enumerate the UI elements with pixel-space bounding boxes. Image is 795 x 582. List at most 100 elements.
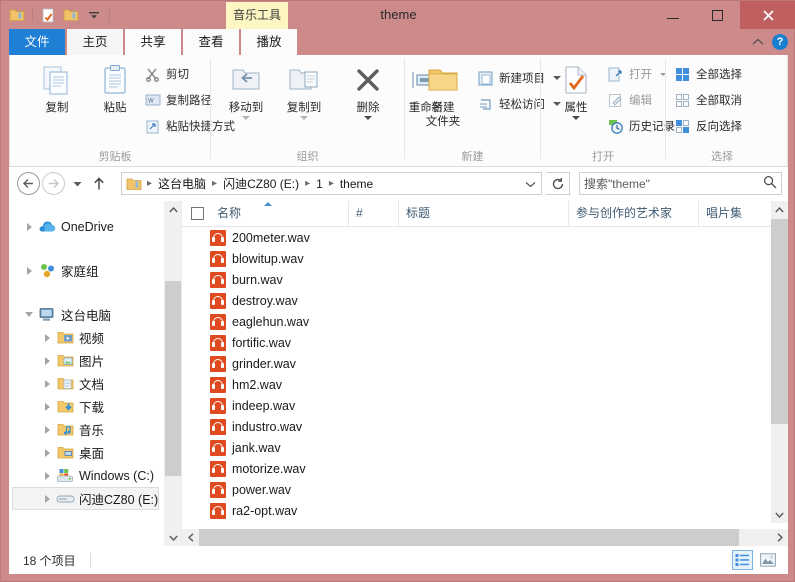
table-row[interactable]: hm2.wav bbox=[182, 374, 771, 395]
expander-icon[interactable] bbox=[39, 376, 55, 392]
sidebar-item-onedrive[interactable]: OneDrive bbox=[9, 215, 164, 238]
table-row[interactable]: eaglehun.wav bbox=[182, 311, 771, 332]
breadcrumb-item-this-pc[interactable]: 这台电脑 bbox=[155, 175, 209, 192]
hscroll-left-icon[interactable] bbox=[182, 529, 199, 546]
delete-button[interactable]: 删除 bbox=[341, 59, 395, 141]
copy-to-caret-icon[interactable] bbox=[300, 116, 308, 120]
table-row[interactable]: power.wav bbox=[182, 479, 771, 500]
large-icons-view-button[interactable] bbox=[757, 550, 778, 570]
column-artist[interactable]: 参与创作的艺术家 bbox=[568, 201, 698, 226]
back-button[interactable] bbox=[17, 172, 40, 195]
folder-icon[interactable] bbox=[61, 5, 81, 25]
search-input[interactable] bbox=[584, 176, 763, 191]
copy-button[interactable]: 复制 bbox=[30, 59, 84, 141]
table-row[interactable]: motorize.wav bbox=[182, 458, 771, 479]
edit-button[interactable]: 编辑 bbox=[607, 89, 652, 111]
sidebar-item-music[interactable]: 音乐 bbox=[9, 418, 164, 441]
navpane-scroll-up-icon[interactable] bbox=[165, 201, 182, 218]
hscroll-right-icon[interactable] bbox=[771, 529, 788, 546]
expander-icon[interactable] bbox=[39, 445, 55, 461]
close-button[interactable] bbox=[740, 1, 795, 29]
maximize-button[interactable] bbox=[695, 1, 740, 29]
navpane-scrollbar[interactable] bbox=[164, 201, 182, 546]
properties-folder-icon[interactable] bbox=[7, 5, 27, 25]
table-row[interactable]: ra2-opt.wav bbox=[182, 500, 771, 521]
delete-caret-icon[interactable] bbox=[364, 116, 372, 120]
expander-icon[interactable] bbox=[39, 422, 55, 438]
sidebar-item-sandisk-e[interactable]: 闪迪CZ80 (E:) bbox=[12, 487, 159, 510]
table-row[interactable]: fortific.wav bbox=[182, 332, 771, 353]
paste-button[interactable]: 粘贴 bbox=[88, 59, 142, 141]
breadcrumb-item-theme[interactable]: theme bbox=[337, 177, 376, 191]
breadcrumb-item-drive-e[interactable]: 闪迪CZ80 (E:) bbox=[220, 175, 302, 192]
file-list-scrollbar[interactable] bbox=[771, 201, 788, 523]
sidebar-item-windows-c[interactable]: Windows (C:) bbox=[9, 464, 164, 487]
properties-caret-icon[interactable] bbox=[572, 116, 580, 120]
select-all-button[interactable]: 全部选择 bbox=[674, 63, 742, 85]
table-row[interactable]: indeep.wav bbox=[182, 395, 771, 416]
sidebar-item-documents[interactable]: 文档 bbox=[9, 372, 164, 395]
navpane-scroll-down-icon[interactable] bbox=[165, 529, 182, 546]
customize-dropdown-icon[interactable] bbox=[84, 5, 104, 25]
sidebar-item-desktop[interactable]: 桌面 bbox=[9, 441, 164, 464]
help-icon[interactable]: ? bbox=[772, 34, 788, 50]
select-none-button[interactable]: 全部取消 bbox=[674, 89, 742, 111]
table-row[interactable]: 200meter.wav bbox=[182, 227, 771, 248]
forward-button[interactable] bbox=[42, 172, 65, 195]
column-name[interactable]: 名称 bbox=[210, 201, 348, 226]
sidebar-item-videos[interactable]: 视频 bbox=[9, 326, 164, 349]
recent-locations-icon[interactable] bbox=[67, 172, 87, 195]
sidebar-item-downloads[interactable]: 下载 bbox=[9, 395, 164, 418]
expander-icon[interactable] bbox=[21, 307, 37, 323]
table-row[interactable]: jank.wav bbox=[182, 437, 771, 458]
table-row[interactable]: blowitup.wav bbox=[182, 248, 771, 269]
expander-icon[interactable] bbox=[21, 219, 37, 235]
copy-to-button[interactable]: 复制到 bbox=[277, 59, 331, 141]
new-folder-button[interactable]: 新建 新建 文件夹 bbox=[413, 59, 473, 141]
column-album[interactable]: 唱片集 bbox=[698, 201, 771, 226]
contextual-tab-music-tools[interactable]: 音乐工具 bbox=[226, 2, 288, 29]
open-button[interactable]: 打开 bbox=[607, 63, 666, 85]
expander-icon[interactable] bbox=[39, 491, 55, 507]
properties-button[interactable]: 属性 bbox=[549, 59, 603, 141]
tab-play[interactable]: 播放 bbox=[241, 29, 297, 55]
copy-path-button[interactable]: W 复制路径 bbox=[144, 89, 212, 111]
file-scroll-down-icon[interactable] bbox=[771, 506, 788, 523]
table-row[interactable]: industro.wav bbox=[182, 416, 771, 437]
tab-home[interactable]: 主页 bbox=[67, 29, 123, 55]
minimize-button[interactable] bbox=[650, 1, 695, 29]
column-title[interactable]: 标题 bbox=[398, 201, 568, 226]
column-track[interactable]: # bbox=[348, 201, 398, 226]
file-scroll-thumb[interactable] bbox=[771, 219, 788, 424]
new-folder-icon[interactable] bbox=[38, 5, 58, 25]
table-row[interactable]: burn.wav bbox=[182, 269, 771, 290]
file-list-hscrollbar[interactable] bbox=[182, 529, 788, 546]
breadcrumb-dropdown-icon[interactable] bbox=[520, 174, 540, 195]
invert-selection-button[interactable]: 反向选择 bbox=[674, 115, 742, 137]
navpane-scroll-thumb[interactable] bbox=[165, 281, 182, 476]
hscroll-thumb[interactable] bbox=[199, 529, 739, 546]
expander-icon[interactable] bbox=[39, 353, 55, 369]
details-view-button[interactable] bbox=[732, 550, 753, 570]
table-row[interactable]: destroy.wav bbox=[182, 290, 771, 311]
file-scroll-up-icon[interactable] bbox=[771, 201, 788, 218]
tab-file[interactable]: 文件 bbox=[9, 29, 65, 55]
breadcrumb[interactable]: ▸ 这台电脑 ▸ 闪迪CZ80 (E:) ▸ 1 ▸ theme bbox=[121, 172, 542, 195]
sidebar-item-pictures[interactable]: 图片 bbox=[9, 349, 164, 372]
expander-icon[interactable] bbox=[39, 399, 55, 415]
breadcrumb-item-1[interactable]: 1 bbox=[313, 177, 326, 191]
tab-share[interactable]: 共享 bbox=[125, 29, 181, 55]
up-button[interactable] bbox=[89, 172, 109, 195]
move-to-button[interactable]: 移动到 bbox=[219, 59, 273, 141]
table-row[interactable]: grinder.wav bbox=[182, 353, 771, 374]
expander-icon[interactable] bbox=[21, 263, 37, 279]
sidebar-item-thispc[interactable]: 这台电脑 bbox=[9, 303, 164, 326]
select-all-checkbox[interactable] bbox=[191, 207, 204, 220]
search-box[interactable] bbox=[579, 172, 782, 195]
expander-icon[interactable] bbox=[39, 468, 55, 484]
collapse-ribbon-icon[interactable] bbox=[752, 35, 764, 49]
refresh-button[interactable] bbox=[546, 172, 570, 195]
tab-view[interactable]: 查看 bbox=[183, 29, 239, 55]
move-to-caret-icon[interactable] bbox=[242, 116, 250, 120]
search-icon[interactable] bbox=[763, 175, 777, 192]
